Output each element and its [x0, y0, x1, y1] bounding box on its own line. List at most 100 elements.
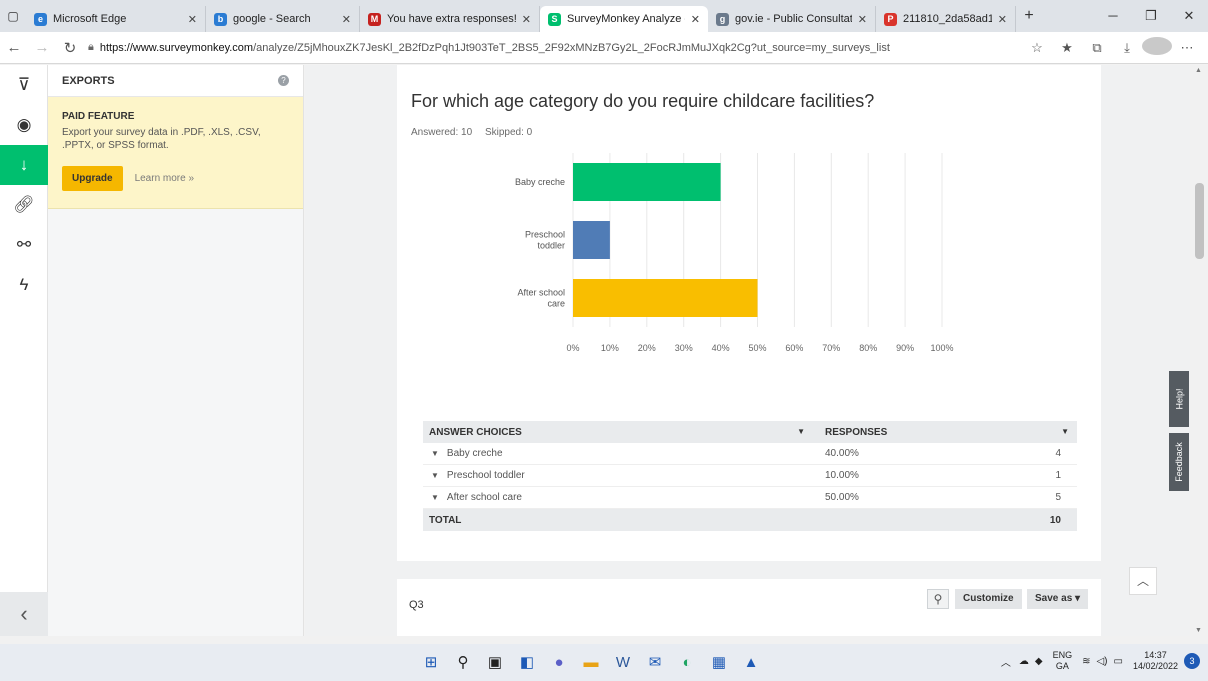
downloads-icon[interactable]: ⤓	[1112, 40, 1142, 56]
table-row[interactable]: ▼ Baby creche 40.00% 4	[423, 443, 1077, 465]
edge-taskbar-icon[interactable]: ◐	[674, 650, 700, 674]
tab-title: gov.ie - Public Consultation	[735, 13, 852, 25]
clock[interactable]: 14:37 14/02/2022	[1133, 650, 1178, 672]
tab-pdf[interactable]: P 211810_2da58ad1-2153-49 ✕	[876, 6, 1016, 32]
new-tab-button[interactable]: +	[1016, 7, 1042, 25]
bar[interactable]	[573, 221, 610, 259]
volume-icon[interactable]: ◁)	[1096, 656, 1107, 667]
task-view-icon[interactable]: ▣	[482, 650, 508, 674]
wifi-icon[interactable]: ≋	[1082, 656, 1090, 667]
bar[interactable]	[573, 279, 758, 317]
search-icon[interactable]: ⚲	[450, 650, 476, 674]
panel-title: EXPORTS	[62, 74, 115, 87]
tray-chevron-icon[interactable]: ︿	[1001, 654, 1011, 669]
mail-icon[interactable]: ✉	[642, 650, 668, 674]
lang-code: ENG	[1052, 650, 1073, 660]
close-icon[interactable]: ✕	[691, 13, 700, 26]
x-tick-label: 40%	[712, 343, 730, 353]
feedback-tab-label: Feedback	[1174, 442, 1184, 482]
scroll-up-arrow-icon[interactable]: ▲	[1195, 67, 1202, 74]
browser-tab-bar: ▢ e Microsoft Edge ✕ b google - Search ✕…	[0, 0, 1208, 32]
upgrade-button[interactable]: Upgrade	[62, 166, 123, 191]
url-host: https://www.surveymonkey.com	[99, 41, 254, 54]
share-icon[interactable]: ⚯	[0, 225, 48, 265]
table-row[interactable]: ▼ After school care 50.00% 5	[423, 487, 1077, 509]
customize-button[interactable]: Customize	[955, 589, 1022, 609]
cloud-icon[interactable]: ☁	[1019, 656, 1029, 667]
scroll-thumb[interactable]	[1195, 183, 1204, 259]
photos-icon[interactable]: ▲	[738, 650, 764, 674]
battery-icon[interactable]: ▭	[1114, 656, 1123, 667]
meet-icon[interactable]: ◆	[1035, 656, 1043, 667]
forward-icon[interactable]: →	[28, 39, 56, 56]
question-meta: Answered: 10 Skipped: 0	[411, 127, 542, 138]
main-content: For which age category do you require ch…	[305, 65, 1190, 636]
close-icon[interactable]: ✕	[342, 13, 351, 26]
lightning-icon[interactable]: ϟ	[0, 265, 48, 305]
file-explorer-icon[interactable]: ▬	[578, 650, 604, 674]
feedback-tab[interactable]: Feedback	[1169, 433, 1189, 491]
pin-icon[interactable]: ⚲	[927, 589, 949, 609]
help-tab[interactable]: Help!	[1169, 371, 1189, 427]
word-icon[interactable]: W	[610, 650, 636, 674]
x-tick-label: 10%	[601, 343, 619, 353]
favorites-icon[interactable]: ★	[1052, 40, 1082, 56]
collapse-chevron-icon[interactable]: ‹	[0, 592, 48, 636]
close-icon[interactable]: ✕	[858, 13, 867, 26]
tab-gmail[interactable]: M You have extra responses! C ✕	[360, 6, 540, 32]
windows-start-icon[interactable]: ⊞	[418, 650, 444, 674]
read-aloud-icon[interactable]: ☆	[1022, 40, 1052, 56]
filter-icon[interactable]: ⊽	[0, 65, 48, 105]
minimize-icon[interactable]: ─	[1094, 8, 1132, 24]
tab-surveymonkey[interactable]: S SurveyMonkey Analyze - C ✕	[540, 6, 708, 32]
url-field[interactable]: 🔒︎ https://www.surveymonkey.com /analyze…	[84, 41, 1022, 54]
tab-google-search[interactable]: b google - Search ✕	[206, 6, 360, 32]
exports-panel: EXPORTS ? PAID FEATURE Export your surve…	[48, 65, 304, 636]
eye-icon[interactable]: ◉	[0, 105, 48, 145]
expand-triangle-icon[interactable]: ▼	[431, 449, 439, 458]
teams-icon[interactable]: ●	[546, 650, 572, 674]
store-icon[interactable]: ▦	[706, 650, 732, 674]
column-header-answer-choices[interactable]: ANSWER CHOICES ▼	[423, 427, 815, 438]
left-rail: ⊽ ◉ ↓ 🔗︎ ⚯ ϟ ‹	[0, 65, 48, 636]
expand-triangle-icon[interactable]: ▼	[431, 493, 439, 502]
bar[interactable]	[573, 163, 721, 201]
restore-icon[interactable]: ❐	[1132, 8, 1170, 24]
refresh-icon[interactable]: ↻	[56, 39, 84, 57]
scroll-top-chevron-icon[interactable]: ︿	[1129, 567, 1157, 595]
close-icon[interactable]: ✕	[522, 13, 531, 26]
save-as-button[interactable]: Save as ▾	[1027, 589, 1089, 609]
column-header-responses[interactable]: RESPONSES ▼	[815, 427, 1077, 438]
edge-icon: e	[34, 12, 47, 26]
learn-more-link[interactable]: Learn more »	[135, 173, 194, 184]
answers-table: ANSWER CHOICES ▼ RESPONSES ▼ ▼ Baby crech…	[423, 421, 1077, 531]
expand-triangle-icon[interactable]: ▼	[431, 471, 439, 480]
category-label: toddler	[537, 241, 565, 251]
link-icon[interactable]: 🔗︎	[0, 185, 48, 225]
download-icon[interactable]: ↓	[0, 145, 48, 185]
close-icon[interactable]: ✕	[998, 13, 1007, 26]
language-indicator[interactable]: ENG GA	[1053, 650, 1073, 672]
gmail-icon: M	[368, 12, 381, 26]
back-icon[interactable]: ←	[0, 39, 28, 56]
close-window-icon[interactable]: ✕	[1170, 8, 1208, 24]
close-icon[interactable]: ✕	[188, 13, 197, 26]
scroll-down-arrow-icon[interactable]: ▼	[1195, 627, 1202, 634]
notification-badge[interactable]: 3	[1184, 653, 1200, 669]
widgets-icon[interactable]: ◧	[514, 650, 540, 674]
profile-avatar[interactable]	[1142, 37, 1172, 58]
question-number: Q3	[409, 599, 424, 611]
more-icon[interactable]: ⋯	[1172, 40, 1202, 56]
help-icon[interactable]: ?	[278, 75, 289, 86]
tab-title: SurveyMonkey Analyze - C	[567, 13, 685, 25]
date: 14/02/2022	[1132, 661, 1178, 671]
tab-actions-icon[interactable]: ▢	[0, 9, 26, 23]
vertical-scrollbar[interactable]: ▲ ▼	[1190, 65, 1208, 636]
table-row[interactable]: ▼ Preschool toddler 10.00% 1	[423, 465, 1077, 487]
taskbar-apps: ⊞ ⚲ ▣ ◧ ● ▬ W ✉ ◐ ▦ ▲	[418, 650, 770, 674]
horizontal-scrollbar[interactable]	[0, 636, 1208, 644]
collections-icon[interactable]: ⧉	[1082, 40, 1112, 56]
tab-gov-ie[interactable]: g gov.ie - Public Consultation ✕	[708, 6, 876, 32]
total-value: 10	[1049, 514, 1061, 526]
tab-microsoft-edge[interactable]: e Microsoft Edge ✕	[26, 6, 206, 32]
